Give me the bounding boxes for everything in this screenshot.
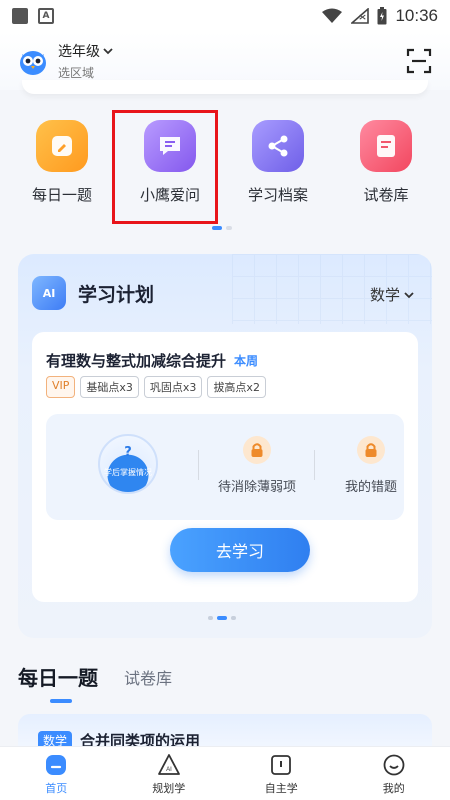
study-plan-panel: AI 学习计划 数学 有理数与整式加减综合提升 本周 VIP 基础点x3 巩固点…: [18, 254, 432, 638]
tag: 巩固点x3: [143, 376, 203, 398]
mastery-globe[interactable]: ? 学后掌握情况: [98, 434, 158, 494]
plan-pager: [208, 616, 236, 620]
scan-icon[interactable]: [406, 48, 432, 74]
plan-title: 学习计划: [78, 283, 155, 306]
chevron-down-icon: [404, 291, 414, 298]
chevron-down-icon: [103, 48, 113, 55]
quick-action-label: 学习档案: [247, 186, 308, 204]
home-icon: [46, 755, 67, 775]
bottom-nav: 首页 AI 规划学 自主学 我的: [0, 746, 450, 800]
nav-plan-study[interactable]: AI 规划学: [113, 747, 226, 800]
ai-triangle-icon: AI: [157, 754, 180, 775]
plan-card[interactable]: 有理数与整式加减综合提升 本周 VIP 基础点x3 巩固点x3 拔高点x2 ? …: [32, 332, 418, 602]
quick-action-study-archive[interactable]: 学习档案: [228, 120, 328, 205]
quick-action-label: 每日一题: [31, 186, 92, 204]
clock: 10:36: [395, 6, 438, 25]
share-icon: [252, 120, 304, 172]
divider: [314, 450, 315, 480]
status-bar: A 10:36: [0, 0, 450, 32]
grade-selector[interactable]: 选年级: [58, 41, 113, 61]
notification-square-icon: [12, 8, 28, 24]
quick-action-exam-library[interactable]: 试卷库: [336, 120, 436, 205]
globe-question-mark: ?: [124, 445, 132, 460]
section-tabs: 每日一题 试卷库: [18, 662, 172, 703]
subject-label: 数学: [369, 286, 400, 304]
wifi-icon: [322, 8, 343, 23]
nav-label: 规划学: [152, 782, 186, 795]
notification-a-icon: A: [38, 8, 54, 24]
tag: 拔高点x2: [207, 376, 266, 398]
svg-text:AI: AI: [166, 767, 172, 773]
tab-daily-question[interactable]: 每日一题: [18, 662, 98, 703]
vip-tag: VIP: [46, 376, 76, 398]
tag: 基础点x3: [80, 376, 139, 398]
owl-logo-icon: [20, 51, 46, 75]
paper-icon: [360, 120, 412, 172]
subject-selector[interactable]: 数学: [370, 284, 414, 305]
nav-mine[interactable]: 我的: [338, 747, 450, 800]
lock-icon: [243, 436, 271, 464]
battery-icon: [377, 7, 387, 25]
plan-stats: ? 学后掌握情况 待消除薄弱项 我的错题: [46, 414, 404, 520]
banner-edge: [22, 80, 428, 94]
plan-card-title: 有理数与整式加减综合提升: [46, 352, 227, 370]
quick-actions-pager: [212, 226, 232, 230]
quick-action-daily-question[interactable]: 每日一题: [12, 120, 112, 205]
nav-self-study[interactable]: 自主学: [225, 747, 338, 800]
weak-points-stat[interactable]: 待消除薄弱项: [202, 436, 312, 495]
start-learning-button[interactable]: 去学习: [170, 528, 310, 572]
nav-label: 我的: [382, 782, 405, 795]
nav-label: 首页: [45, 782, 68, 795]
tab-exam-library[interactable]: 试卷库: [124, 665, 172, 691]
weak-points-label: 待消除薄弱项: [217, 480, 296, 495]
lock-icon: [357, 436, 385, 464]
divider: [198, 450, 199, 480]
quick-actions: 每日一题 小鹰爱问 学习档案 试卷库: [0, 110, 450, 220]
region-selector[interactable]: 选区域: [58, 64, 113, 81]
ai-badge-icon: AI: [32, 276, 66, 310]
globe-label: 学后掌握情况: [104, 468, 152, 477]
nav-home[interactable]: 首页: [0, 747, 113, 800]
pencil-icon: [36, 120, 88, 172]
tag-list: VIP 基础点x3 巩固点x3 拔高点x2: [46, 376, 266, 398]
highlight-box: [112, 110, 218, 224]
quick-action-label: 试卷库: [363, 186, 409, 204]
book-icon: [271, 755, 292, 775]
grade-label: 选年级: [58, 44, 100, 60]
nav-label: 自主学: [264, 782, 298, 795]
smile-icon: [383, 754, 405, 776]
week-badge: 本周: [234, 354, 259, 368]
signal-icon: [351, 8, 370, 24]
my-mistakes-stat[interactable]: 我的错题: [316, 436, 426, 495]
my-mistakes-label: 我的错题: [344, 480, 397, 495]
